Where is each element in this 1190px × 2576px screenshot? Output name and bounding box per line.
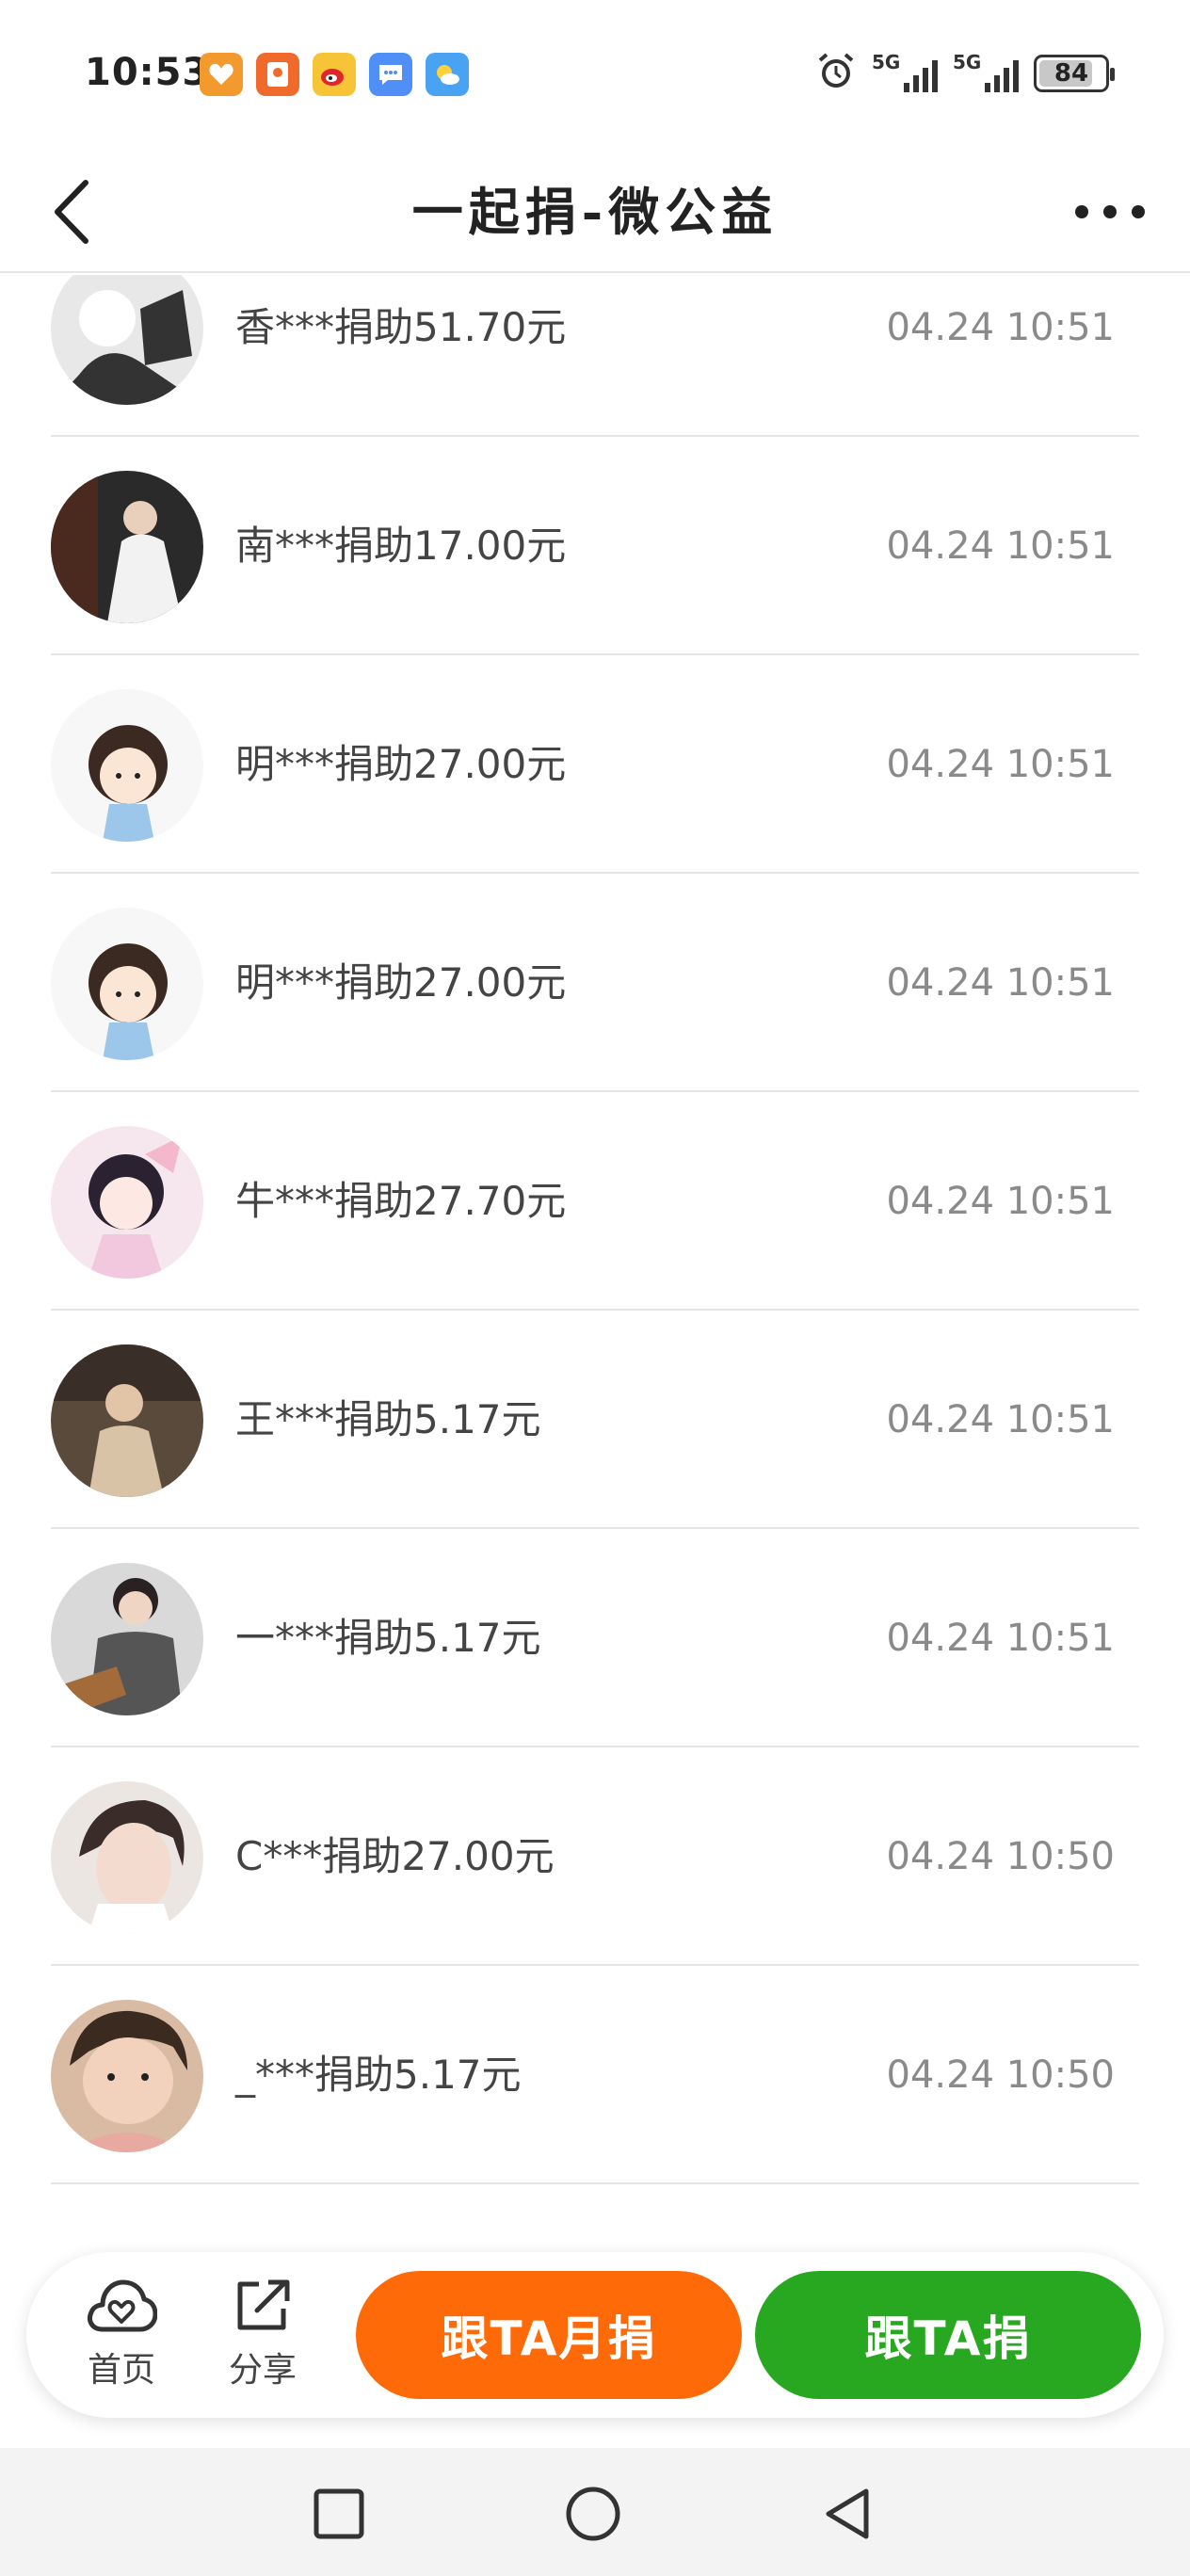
donation-text: 南***捐助17.00元 (235, 523, 567, 569)
donation-text: 明***捐助27.00元 (235, 741, 567, 787)
home-label: 首页 (87, 2351, 155, 2390)
donation-text: 王***捐助5.17元 (235, 1396, 541, 1442)
donor-avatar (51, 275, 203, 405)
donation-time: 04.24 10:51 (886, 1398, 1116, 1441)
recent-apps-button[interactable] (301, 2476, 377, 2552)
action-bar: 首页 分享 跟TA月捐 跟TA捐 (26, 2252, 1164, 2418)
more-dots-icon (1075, 205, 1145, 218)
monthly-donate-button[interactable]: 跟TA月捐 (356, 2271, 742, 2399)
donation-text: 牛***捐助27.70元 (235, 1178, 567, 1224)
donation-text: 一***捐助5.17元 (235, 1615, 541, 1661)
donation-time: 04.24 10:51 (886, 306, 1116, 349)
weibo-app-icon (313, 53, 356, 96)
donation-row: 牛***捐助27.70元 04.24 10:51 (51, 1092, 1139, 1311)
donation-time: 04.24 10:51 (886, 743, 1116, 786)
signal-2-icon: 5G (953, 51, 1019, 96)
donor-avatar (51, 1781, 203, 1934)
signal-1-icon: 5G (872, 51, 938, 96)
square-icon (314, 2488, 364, 2539)
notification-icons (200, 53, 469, 96)
back-system-button[interactable] (810, 2476, 885, 2552)
status-indicators: 5G 5G 84 (815, 51, 1115, 96)
donation-text: _***捐助5.17元 (235, 2052, 522, 2098)
battery-level: 84 (1053, 59, 1089, 88)
donation-row: 一***捐助5.17元 04.24 10:51 (51, 1529, 1139, 1747)
donation-list[interactable]: 香***捐助51.70元 04.24 10:51 南***捐助17.00元 04… (0, 275, 1190, 2226)
donation-text: 明***捐助27.00元 (235, 959, 567, 1006)
weather-app-icon (426, 53, 469, 96)
page-title: 一起捐-微公益 (411, 182, 779, 242)
battery-icon: 84 (1034, 55, 1115, 92)
donor-avatar (51, 471, 203, 623)
donor-avatar (51, 908, 203, 1060)
donation-time: 04.24 10:51 (886, 961, 1116, 1005)
donation-row: C***捐助27.00元 04.24 10:50 (51, 1747, 1139, 1966)
donation-time: 04.24 10:51 (886, 524, 1116, 568)
donor-avatar (51, 689, 203, 842)
home-cloud-icon (88, 2279, 157, 2332)
donation-time: 04.24 10:50 (886, 1835, 1116, 1878)
donation-time: 04.24 10:51 (886, 1180, 1116, 1223)
donation-row: 王***捐助5.17元 04.24 10:51 (51, 1311, 1139, 1529)
message-app-icon (369, 53, 412, 96)
donation-row: 明***捐助27.00元 04.24 10:51 (51, 655, 1139, 874)
donation-row: _***捐助5.17元 04.24 10:50 (51, 1966, 1139, 2184)
circle-icon (566, 2487, 620, 2541)
alarm-icon (815, 51, 857, 96)
donation-time: 04.24 10:50 (886, 2053, 1116, 2097)
donation-text: C***捐助27.00元 (235, 1833, 555, 1879)
donate-button[interactable]: 跟TA捐 (755, 2271, 1141, 2399)
donation-time: 04.24 10:51 (886, 1617, 1116, 1660)
share-icon (237, 2279, 290, 2330)
donation-text: 香***捐助51.70元 (235, 304, 567, 350)
heart-app-icon (200, 53, 243, 96)
donor-avatar (51, 1344, 203, 1497)
triangle-back-icon (826, 2488, 869, 2539)
home-system-button[interactable] (555, 2476, 631, 2552)
donor-avatar (51, 2000, 203, 2152)
home-button[interactable]: 首页 (70, 2277, 173, 2395)
red-packet-app-icon (256, 53, 299, 96)
share-button[interactable]: 分享 (211, 2277, 314, 2395)
status-bar: 10:53 5G 5G 84 (0, 0, 1190, 151)
more-button[interactable] (1058, 169, 1162, 254)
donation-row: 香***捐助51.70元 04.24 10:51 (51, 275, 1139, 437)
status-time: 10:53 (85, 51, 210, 94)
system-nav-bar (0, 2448, 1190, 2576)
donor-avatar (51, 1126, 203, 1279)
share-label: 分享 (228, 2351, 297, 2390)
page-header: 一起捐-微公益 (0, 151, 1190, 273)
donation-row: 南***捐助17.00元 04.24 10:51 (51, 437, 1139, 655)
donation-row: 明***捐助27.00元 04.24 10:51 (51, 874, 1139, 1092)
donor-avatar (51, 1563, 203, 1715)
